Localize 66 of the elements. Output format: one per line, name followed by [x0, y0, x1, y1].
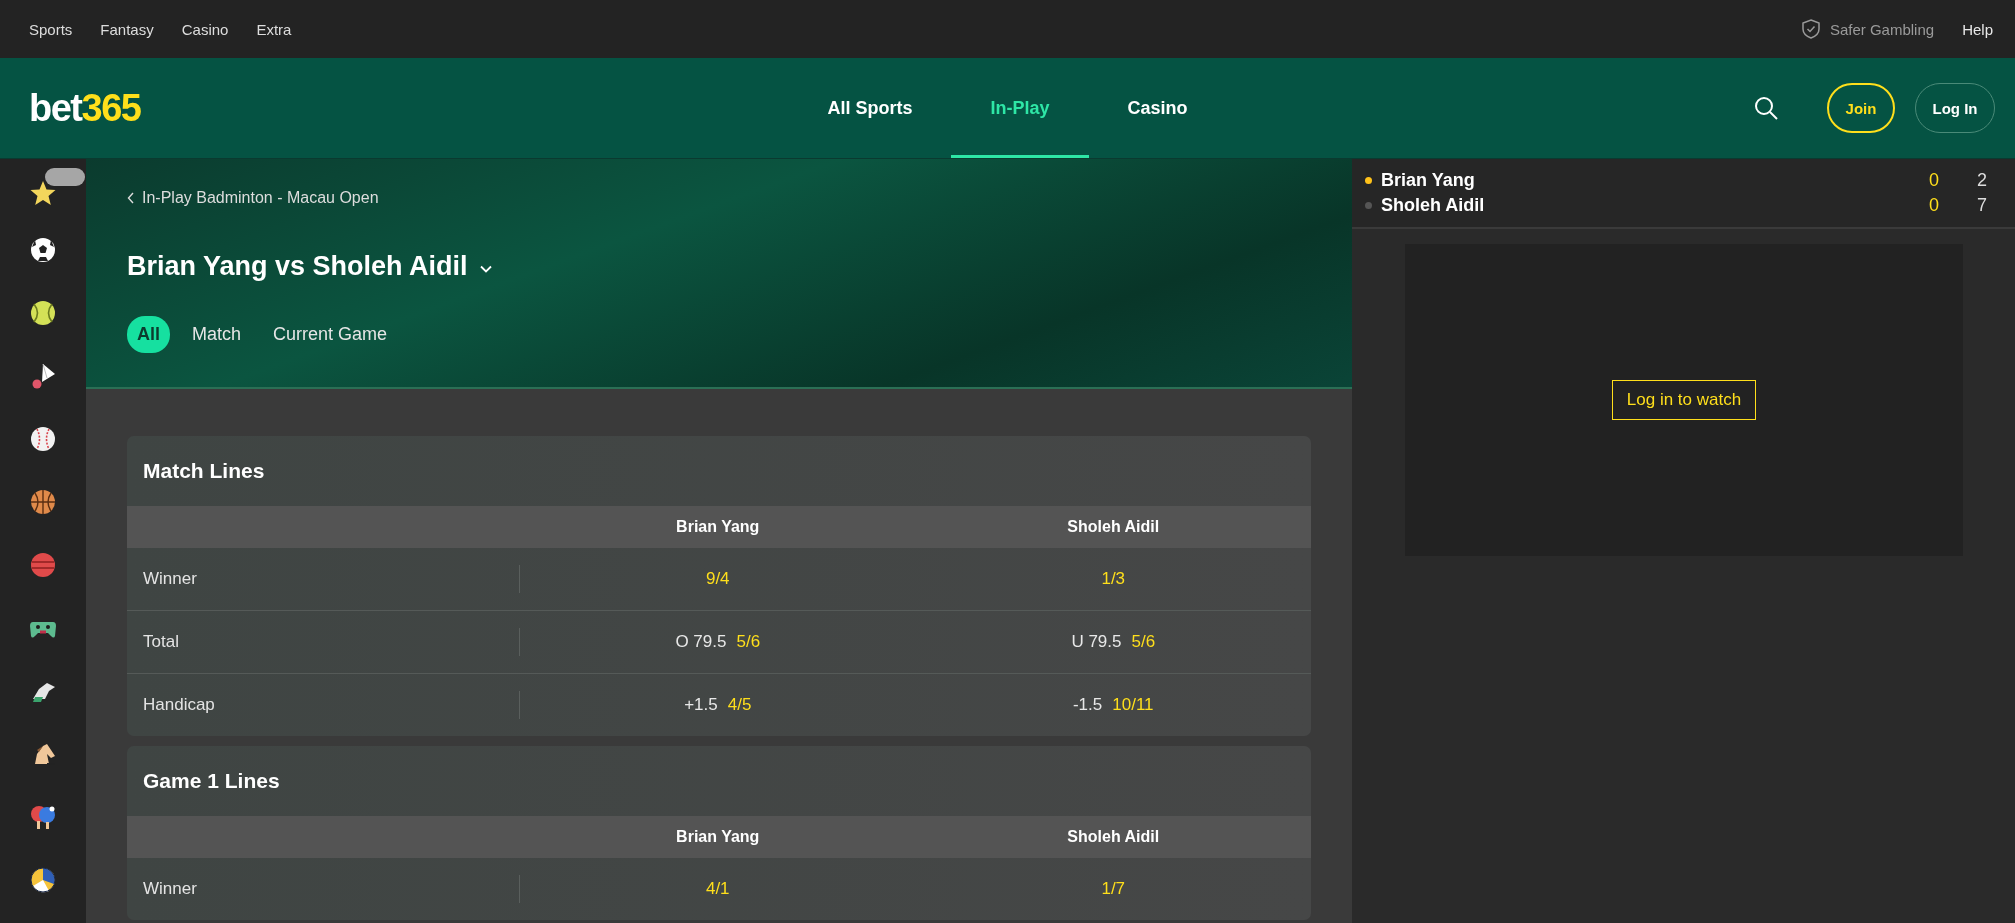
odds-button[interactable]: 1/7: [1095, 858, 1132, 920]
back-chevron-icon: [127, 192, 135, 204]
top-link[interactable]: Casino: [181, 20, 229, 38]
odds-value: 4/1: [705, 879, 730, 899]
column-header: Brian Yang: [676, 828, 760, 846]
column-header: Brian Yang: [676, 518, 760, 536]
star-icon: [29, 179, 57, 207]
safer-gambling-link[interactable]: Safer Gambling: [1801, 19, 1935, 39]
odds-value: 5/6: [1131, 632, 1156, 652]
market-title: Match Lines: [142, 458, 266, 484]
points-score: 0: [1928, 195, 1939, 216]
nav-tab[interactable]: Casino: [1088, 58, 1227, 158]
games-score: 7: [1976, 195, 1987, 216]
odds-button[interactable]: U 79.5 5/6: [1065, 611, 1162, 673]
odds-button[interactable]: O 79.5 5/6: [669, 611, 767, 673]
nav-tab[interactable]: All Sports: [788, 58, 952, 158]
odds-button[interactable]: +1.5 4/5: [678, 674, 758, 736]
join-button[interactable]: Join: [1827, 83, 1895, 133]
market-tab[interactable]: Match: [182, 316, 252, 353]
market-tab[interactable]: All: [127, 316, 170, 353]
column-header: Sholeh Aidil: [1067, 518, 1160, 536]
login-button[interactable]: Log In: [1915, 83, 1995, 133]
handicap-line: +1.5: [684, 695, 718, 715]
search-icon: [1753, 95, 1779, 121]
soccer-ball-icon: [29, 235, 57, 264]
handicap-line: U 79.5: [1071, 632, 1122, 652]
breadcrumb-link[interactable]: In-Play Badminton - Macau Open: [127, 189, 379, 207]
search-button[interactable]: [1753, 95, 1779, 121]
odds-value: 9/4: [705, 569, 730, 589]
help-link[interactable]: Help: [1962, 20, 1993, 38]
tennis-ball-icon: [29, 298, 57, 327]
player-name: Brian Yang: [1381, 170, 1476, 191]
handicap-line: O 79.5: [675, 632, 727, 652]
handicap-line: -1.5: [1072, 695, 1103, 715]
odds-value: 5/6: [736, 632, 761, 652]
market-label: Total: [127, 628, 520, 656]
odds-value: 10/11: [1112, 695, 1154, 715]
event-title: Brian Yang vs Sholeh Aidil: [127, 251, 468, 282]
column-header: Sholeh Aidil: [1067, 828, 1160, 846]
points-score: 0: [1928, 170, 1939, 191]
top-link[interactable]: Fantasy: [100, 20, 154, 38]
market-label: Handicap: [127, 691, 520, 719]
odds-value: 4/5: [727, 695, 752, 715]
odds-value: 1/7: [1101, 879, 1126, 899]
odds-button[interactable]: 4/1: [699, 858, 736, 920]
baseball-icon: [29, 424, 57, 453]
shield-check-icon: [1801, 19, 1820, 39]
games-score: 2: [1976, 170, 1987, 191]
watch-login-button[interactable]: Log in to watch: [1611, 380, 1757, 420]
market-title: Game 1 Lines: [142, 768, 281, 794]
market-label: Winner: [127, 875, 520, 903]
odds-button[interactable]: -1.5 10/11: [1066, 674, 1160, 736]
odds-button[interactable]: 1/3: [1095, 548, 1132, 610]
market-label: Winner: [127, 565, 520, 593]
odds-button[interactable]: 9/4: [699, 548, 736, 610]
odds-value: 1/3: [1101, 569, 1126, 589]
chevron-down-icon: [479, 264, 492, 273]
cricket-ball-icon: [29, 550, 57, 579]
top-link[interactable]: Extra: [256, 20, 292, 38]
volleyball-icon: [29, 865, 57, 894]
logo[interactable]: bet365: [29, 86, 141, 130]
player-name: Sholeh Aidil: [1381, 195, 1486, 216]
top-link[interactable]: Sports: [29, 20, 73, 38]
basketball-icon: [29, 487, 57, 516]
market-tab[interactable]: Current Game: [263, 316, 398, 353]
scroll-handle[interactable]: [45, 168, 85, 186]
